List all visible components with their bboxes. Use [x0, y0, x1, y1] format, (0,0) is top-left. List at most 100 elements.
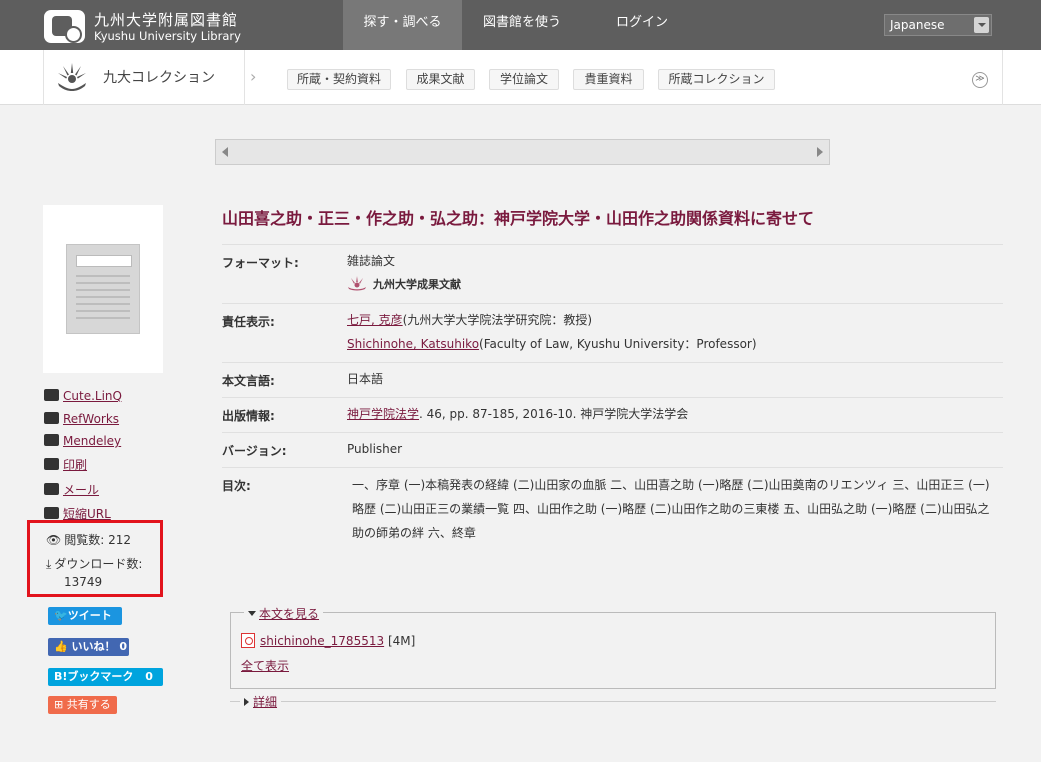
stats-highlight-box: 👁 閲覧数: 212 ⤓ ダウンロード数: 13749	[27, 520, 163, 597]
scroll-right-icon[interactable]	[817, 147, 823, 157]
mendeley-link[interactable]: Mendeley	[63, 434, 121, 448]
version-row: バージョン: Publisher	[222, 432, 1003, 467]
twitter-icon: 🐦	[54, 609, 68, 622]
author-2: Shichinohe, Katsuhiko(Faculty of Law, Ky…	[347, 337, 757, 351]
publication-row: 出版情報: 神戸学院法学. 46, pp. 87-185, 2016-10. 神…	[222, 397, 1003, 432]
collection-bar: 九大コレクション › 所蔵・契約資料 成果文献 学位論文 貴重資料 所蔵コレクシ…	[0, 50, 1041, 105]
mendeley-icon	[44, 434, 59, 446]
format-label: フォーマット:	[222, 256, 299, 270]
author-1-link[interactable]: 七戸, 克彦	[347, 313, 403, 327]
library-name-en[interactable]: Kyushu University Library	[94, 29, 241, 43]
sidebar-link-cutelinq[interactable]: Cute.LinQ	[44, 388, 122, 404]
refworks-link[interactable]: RefWorks	[63, 412, 119, 426]
downloads-value: 13749	[64, 575, 103, 589]
toc-value: 一、序章 (一)本稿発表の経緯 (二)山田家の血脈 二、山田喜之助 (一)略歴 …	[352, 478, 990, 540]
tab-research-output[interactable]: 成果文献	[406, 69, 475, 90]
journal-link[interactable]: 神戸学院法学	[347, 407, 419, 421]
tab-collections[interactable]: 所蔵コレクション	[658, 69, 775, 90]
downloads-stat: ⤓ ダウンロード数:	[46, 556, 142, 572]
file-size: [4M]	[387, 634, 416, 648]
share-button[interactable]: ⊞ 共有する	[48, 696, 117, 714]
format-source: 九州大学成果文献	[347, 273, 461, 297]
author-label: 責任表示:	[222, 315, 275, 329]
like-button[interactable]: 👍 いいね！ 0	[48, 638, 129, 656]
author-1: 七戸, 克彦(九州大学大学院法学研究院：教授)	[347, 313, 593, 327]
chevron-right-icon: ›	[250, 67, 257, 86]
sidebar-link-print[interactable]: 印刷	[44, 457, 87, 473]
version-label: バージョン:	[222, 444, 287, 458]
tab-holdings[interactable]: 所蔵・契約資料	[287, 69, 391, 90]
print-link[interactable]: 印刷	[63, 458, 87, 472]
link-icon	[44, 507, 59, 519]
language-value: 日本語	[347, 372, 384, 386]
toc-row: 目次: 一、序章 (一)本稿発表の経緯 (二)山田家の血脈 二、山田喜之助 (一…	[222, 467, 1003, 547]
library-name-ja[interactable]: 九州大学附属図書館	[94, 9, 238, 30]
nav-use-library[interactable]: 図書館を使う	[462, 0, 582, 50]
fulltext-file: shichinohe_1785513 [4M]	[241, 633, 415, 648]
mail-icon	[44, 483, 59, 495]
views-value: 212	[108, 533, 132, 547]
details-toggle[interactable]: 詳細	[240, 693, 282, 710]
eye-icon: 👁	[46, 533, 62, 547]
download-icon: ⤓	[46, 557, 52, 571]
format-row: フォーマット: 雑誌論文 九州大学成果文献	[222, 244, 1003, 303]
sidebar-link-mendeley[interactable]: Mendeley	[44, 433, 121, 449]
horizontal-scrollbar[interactable]	[215, 139, 830, 165]
author-2-link[interactable]: Shichinohe, Katsuhiko	[347, 337, 479, 351]
divider	[230, 701, 996, 702]
author-row: 責任表示: 七戸, 克彦(九州大学大学院法学研究院：教授) Shichinohe…	[222, 303, 1003, 362]
university-emblem-icon[interactable]	[54, 59, 90, 95]
thumbs-up-icon: 👍	[54, 640, 68, 653]
tweet-button[interactable]: 🐦ツイート	[48, 607, 122, 625]
divider	[43, 50, 44, 105]
pdf-icon	[241, 633, 255, 648]
fulltext-file-link[interactable]: shichinohe_1785513	[260, 634, 384, 648]
downloads-label: ダウンロード数:	[54, 557, 143, 571]
university-emblem-icon	[348, 276, 366, 291]
plus-icon: ⊞	[54, 698, 64, 711]
fulltext-toggle[interactable]: 本文を見る	[244, 605, 324, 622]
scroll-left-icon[interactable]	[222, 147, 228, 157]
show-all: 全て表示	[241, 657, 289, 674]
nav-search[interactable]: 探す・調べる	[343, 0, 462, 50]
cutelinq-icon	[44, 389, 59, 401]
cutelinq-link[interactable]: Cute.LinQ	[63, 389, 122, 403]
triangle-right-icon	[244, 698, 249, 706]
hatena-icon: B!	[54, 670, 68, 683]
document-thumbnail	[43, 205, 163, 373]
tab-rare-materials[interactable]: 貴重資料	[573, 69, 644, 90]
expand-more-icon[interactable]: ≫	[972, 72, 988, 88]
refworks-icon	[44, 412, 59, 424]
fulltext-heading[interactable]: 本文を見る	[259, 607, 319, 621]
bookmark-button[interactable]: B!ブックマーク 0	[48, 668, 163, 686]
document-icon	[66, 244, 140, 334]
chevron-down-icon	[974, 17, 989, 33]
language-row: 本文言語: 日本語	[222, 362, 1003, 397]
language-select[interactable]: Japanese	[884, 14, 992, 36]
email-link[interactable]: メール	[63, 483, 99, 497]
collection-title[interactable]: 九大コレクション	[103, 67, 215, 87]
fulltext-box	[230, 612, 996, 689]
library-logo-icon[interactable]	[44, 10, 85, 43]
divider	[244, 50, 245, 105]
divider	[1002, 50, 1003, 105]
short-url-link[interactable]: 短縮URL	[63, 507, 111, 521]
top-header: 九州大学附属図書館 Kyushu University Library 探す・調…	[0, 0, 1041, 50]
details-link[interactable]: 詳細	[253, 695, 277, 709]
language-value: Japanese	[890, 18, 945, 32]
language-label: 本文言語:	[222, 374, 275, 388]
nav-login[interactable]: ログイン	[582, 0, 702, 50]
tab-theses[interactable]: 学位論文	[489, 69, 559, 90]
record-title: 山田喜之助・正三・作之助・弘之助：神戸学院大学・山田作之助関係資料に寄せて	[222, 209, 815, 228]
publication-value: 神戸学院法学. 46, pp. 87-185, 2016-10. 神戸学院大学法…	[347, 407, 689, 421]
toc-label: 目次:	[222, 479, 251, 493]
printer-icon	[44, 458, 59, 470]
version-value: Publisher	[347, 442, 403, 456]
views-stat: 👁 閲覧数: 212	[46, 532, 131, 548]
publication-label: 出版情報:	[222, 409, 275, 423]
sidebar-link-refworks[interactable]: RefWorks	[44, 411, 119, 427]
sidebar-link-email[interactable]: メール	[44, 482, 99, 498]
format-value: 雑誌論文	[347, 254, 396, 268]
triangle-down-icon	[248, 611, 256, 616]
show-all-link[interactable]: 全て表示	[241, 659, 289, 673]
